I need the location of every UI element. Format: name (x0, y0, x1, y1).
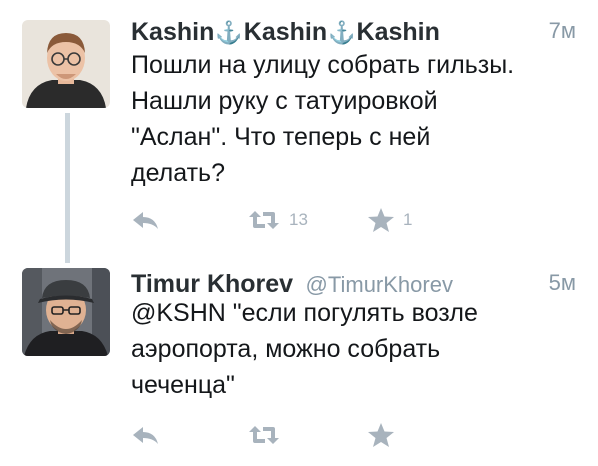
anchor-icon: ⚓ (215, 20, 243, 45)
tweet-text: @KSHN "если погулять возле аэропорта, мо… (131, 299, 478, 399)
reply-icon (133, 212, 158, 229)
star-icon (368, 423, 394, 447)
favorite-button[interactable]: 1 (367, 203, 412, 237)
timestamp[interactable]: 7м (549, 18, 576, 44)
star-icon (368, 208, 394, 232)
anchor-icon: ⚓ (328, 20, 356, 45)
tweet[interactable]: Timur Khorev @TimurKhorev 5м @KSHN "если… (0, 255, 598, 466)
retweet-icon (249, 426, 279, 444)
favorite-count: 1 (403, 210, 413, 229)
reply-button[interactable] (131, 418, 161, 452)
display-name[interactable]: Kashin⚓Kashin⚓Kashin (131, 18, 440, 47)
username-handle[interactable]: @TimurKhorev (306, 272, 453, 297)
retweet-button[interactable] (247, 418, 281, 452)
tweet-text: Пошли на улицу собрать гильзы. Нашли рук… (131, 51, 515, 187)
retweet-button[interactable]: 13 (247, 203, 308, 237)
timestamp[interactable]: 5м (549, 270, 576, 296)
favorite-button[interactable] (367, 418, 395, 452)
avatar[interactable] (22, 20, 110, 108)
retweet-icon (249, 211, 279, 229)
reply-button[interactable] (131, 203, 161, 237)
reply-icon (133, 427, 158, 444)
tweet[interactable]: Kashin⚓Kashin⚓Kashin 7м Пошли на улицу с… (0, 0, 598, 250)
avatar[interactable] (22, 268, 110, 356)
tweet-header: Kashin⚓Kashin⚓Kashin 7м (131, 18, 576, 48)
retweet-count: 13 (289, 210, 308, 229)
